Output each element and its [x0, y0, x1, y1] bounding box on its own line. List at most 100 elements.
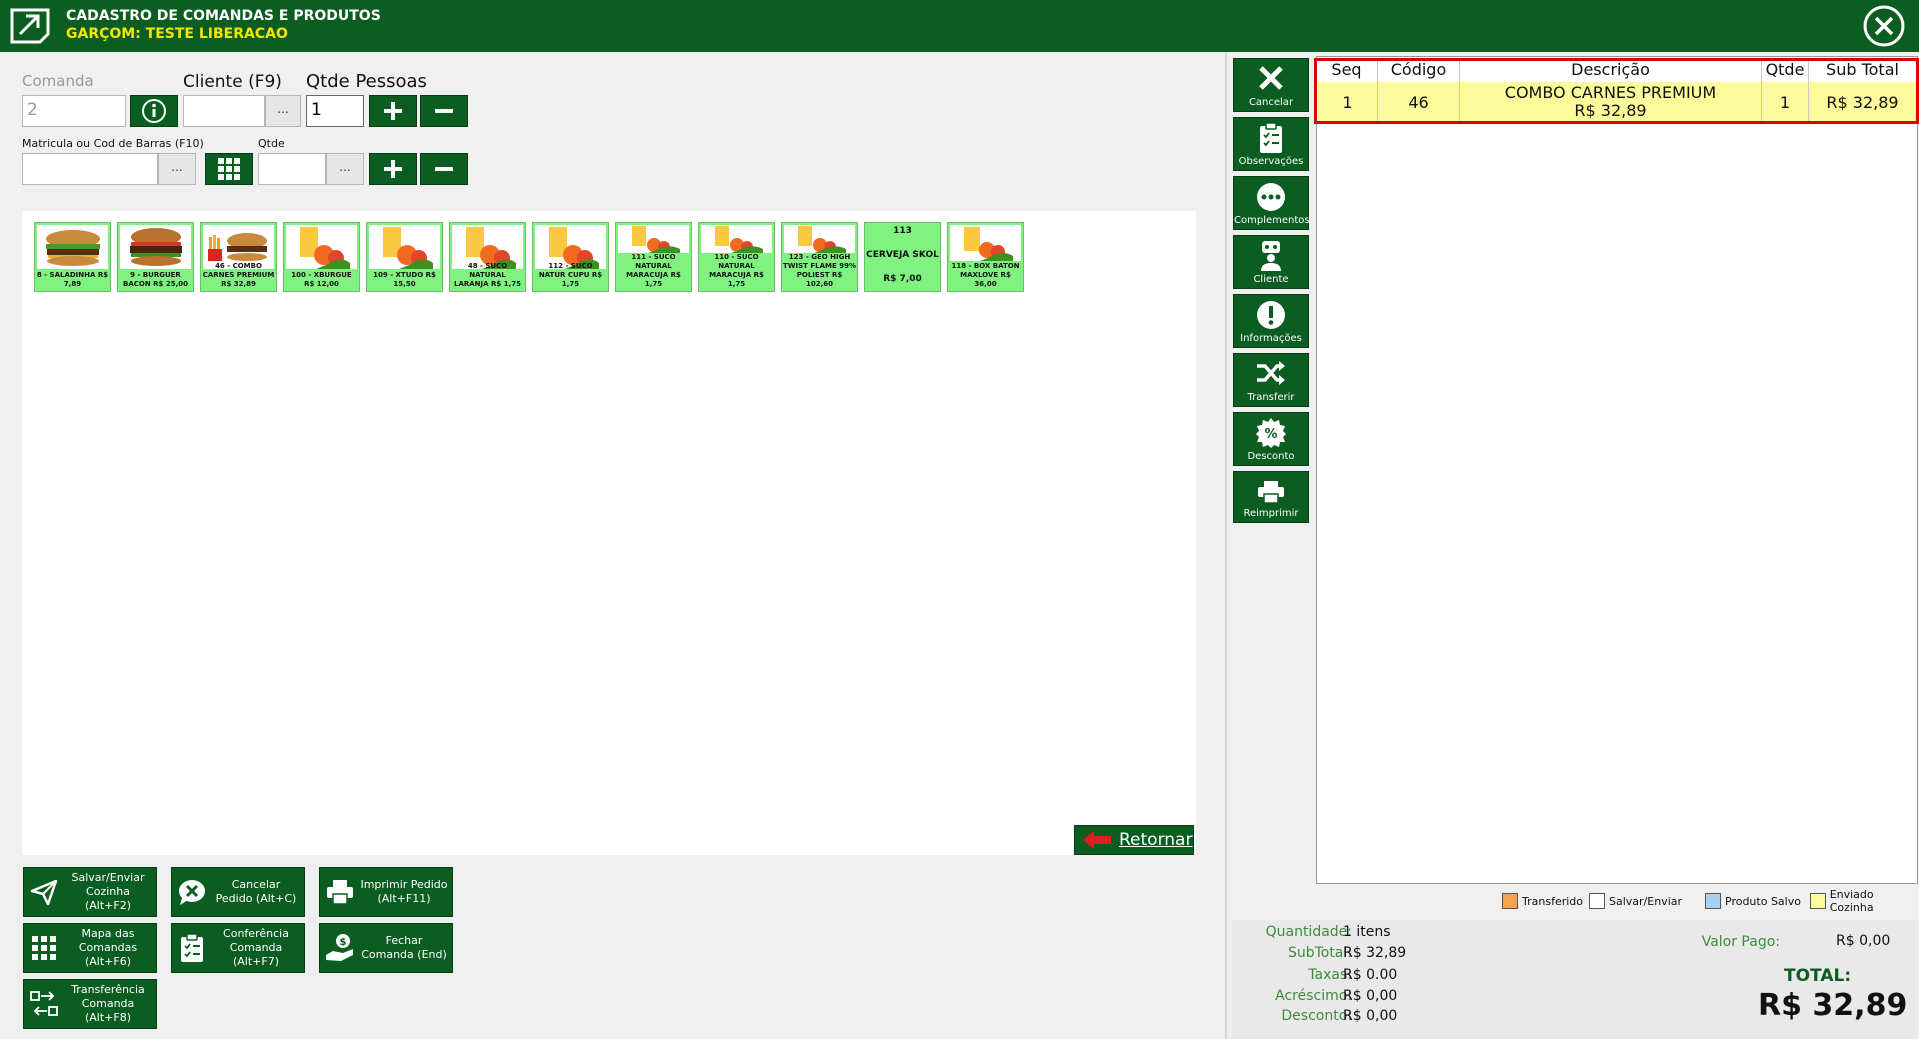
- legend-salvo: Produto Salvo: [1705, 889, 1801, 913]
- taxas-label: Taxas:: [1308, 967, 1352, 983]
- transferencia-comanda-button[interactable]: Transferência Comanda (Alt+F8): [23, 979, 157, 1029]
- retornar-button[interactable]: Retornar: [1074, 825, 1194, 855]
- product-caption: 8 - SALADINHA R$ 7,89: [36, 271, 109, 288]
- conferencia-comanda-button[interactable]: Conferência Comanda (Alt+F7): [171, 923, 305, 973]
- product-tile[interactable]: 109 - XTUDO R$ 15,50: [366, 222, 443, 292]
- product-tile[interactable]: 100 - XBURGUE R$ 12,00: [283, 222, 360, 292]
- legend-label: Enviado Cozinha: [1829, 888, 1874, 914]
- side-reimprimir-button[interactable]: Reimprimir: [1233, 471, 1309, 523]
- product-caption: 46 - COMBO CARNES PREMIUM R$ 32,89: [202, 262, 275, 288]
- salvar-enviar-label: Salvar/Enviar Cozinha (Alt+F2): [71, 871, 145, 912]
- arrow-left-icon: [1083, 831, 1111, 849]
- product-tile[interactable]: 113 CERVEJA SKOL R$ 7,00: [864, 222, 941, 292]
- legend-salvar: Salvar/Enviar: [1589, 889, 1682, 913]
- side-desconto-button[interactable]: % Desconto: [1233, 412, 1309, 466]
- mapa-comandas-label: Mapa das Comandas (Alt+F6): [78, 927, 138, 968]
- app-header: CADASTRO DE COMANDAS E PRODUTOS GARÇOM: …: [0, 0, 1919, 52]
- qtde-plus-button[interactable]: [369, 153, 417, 185]
- mapa-comandas-button[interactable]: Mapa das Comandas (Alt+F6): [23, 923, 157, 973]
- side-transferir-button[interactable]: Transferir: [1233, 353, 1309, 407]
- waiter-name: GARÇOM: TESTE LIBERACAO: [66, 26, 288, 42]
- product-tile[interactable]: 118 - BOX BATON MAXLOVE R$ 36,00: [947, 222, 1024, 292]
- side-complementos-label: Complementos: [1234, 215, 1310, 226]
- product-tile[interactable]: 48 - SUCO NATURAL LARANJA R$ 1,75: [449, 222, 526, 292]
- imprimir-pedido-button[interactable]: Imprimir Pedido (Alt+F11): [319, 867, 453, 917]
- acrescimo-value: R$ 0,00: [1343, 988, 1398, 1004]
- plus-icon: [384, 102, 402, 120]
- pessoas-minus-button[interactable]: [420, 95, 468, 127]
- matricula-lookup-button[interactable]: ...: [158, 153, 196, 185]
- product-grid-button[interactable]: [205, 153, 253, 185]
- product-tile[interactable]: 9 - BURGUER BACON R$ 25,00: [117, 222, 194, 292]
- printer-icon: [327, 880, 353, 905]
- product-caption: 111 - SUCO NATURAL MARACUJA R$ 1,75: [626, 253, 681, 288]
- product-tile[interactable]: 111 - SUCO NATURAL MARACUJA R$ 1,75: [615, 222, 692, 292]
- cliente-input[interactable]: [183, 95, 265, 127]
- transferencia-comanda-label: Transferência Comanda (Alt+F8): [71, 983, 145, 1024]
- svg-text:%: %: [1264, 427, 1277, 442]
- product-price: R$ 7,00: [883, 274, 922, 284]
- cancel-chat-icon: [179, 880, 205, 905]
- total-value: R$ 32,89: [1758, 988, 1908, 1023]
- legend-swatch: [1502, 893, 1518, 909]
- send-icon: [30, 879, 58, 906]
- cancelar-pedido-button[interactable]: Cancelar Pedido (Alt+C): [171, 867, 305, 917]
- product-tile[interactable]: 112 - SUCO NATUR CUPU R$ 1,75: [532, 222, 609, 292]
- side-informacoes-button[interactable]: Informações: [1233, 294, 1309, 348]
- burger-image: [120, 225, 191, 269]
- side-informacoes-label: Informações: [1240, 333, 1302, 344]
- acrescimo-label: Acréscimo:: [1275, 988, 1352, 1004]
- legend-label: Transferido: [1522, 894, 1583, 908]
- subtotal-value: R$ 32,89: [1343, 945, 1407, 961]
- alert-icon: [1257, 301, 1285, 329]
- taxas-value: R$ 0.00: [1343, 967, 1398, 983]
- pessoas-plus-button[interactable]: [369, 95, 417, 127]
- conferencia-comanda-label: Conferência Comanda (Alt+F7): [223, 927, 289, 968]
- legend-enviado: Enviado Cozinha: [1810, 888, 1919, 914]
- grid-icon: [32, 936, 56, 960]
- printer-icon: [1258, 481, 1284, 504]
- cliente-lookup-button[interactable]: ...: [265, 95, 301, 127]
- fechar-comanda-button[interactable]: $ Fechar Comanda (End): [319, 923, 453, 973]
- panel-divider: [1225, 52, 1227, 1039]
- side-transferir-label: Transferir: [1247, 392, 1295, 403]
- svg-text:$: $: [340, 937, 347, 948]
- juice-image: [286, 225, 357, 269]
- selection-highlight: [1314, 58, 1919, 124]
- salvar-enviar-button[interactable]: Salvar/Enviar Cozinha (Alt+F2): [23, 867, 157, 917]
- desconto-label: Desconto:: [1281, 1008, 1352, 1024]
- product-tile[interactable]: 8 - SALADINHA R$ 7,89: [34, 222, 111, 292]
- info-button[interactable]: [130, 95, 178, 127]
- side-cliente-button[interactable]: Cliente: [1233, 235, 1309, 289]
- product-grid: 8 - SALADINHA R$ 7,89 9 - BURGUER BACON …: [22, 211, 1196, 855]
- valor-pago-label: Valor Pago:: [1701, 934, 1780, 950]
- total-label: TOTAL:: [1784, 966, 1852, 986]
- juice-image: [369, 225, 440, 269]
- matricula-input[interactable]: [22, 153, 158, 185]
- app-logo-icon: [10, 8, 50, 44]
- product-name: CERVEJA SKOL: [866, 250, 939, 260]
- product-tile[interactable]: 110 - SUCO NATURAL MARACUJA R$ 1,75: [698, 222, 775, 292]
- comanda-input[interactable]: 2: [22, 95, 126, 127]
- legend-swatch: [1810, 893, 1826, 909]
- side-observacoes-label: Observações: [1238, 156, 1304, 167]
- product-tile[interactable]: 123 - GEO HIGH TWIST FLAME 99% POLIEST R…: [781, 222, 858, 292]
- legend-swatch: [1705, 893, 1721, 909]
- pessoas-input[interactable]: 1: [306, 95, 364, 127]
- juice-image: [784, 225, 855, 253]
- product-caption: 48 - SUCO NATURAL LARANJA R$ 1,75: [454, 262, 521, 288]
- product-tile[interactable]: 46 - COMBO CARNES PREMIUM R$ 32,89: [200, 222, 277, 292]
- qtde-input[interactable]: [258, 153, 326, 185]
- juice-image: [950, 225, 1021, 261]
- side-reimprimir-label: Reimprimir: [1243, 508, 1299, 519]
- user-badge-icon: [1261, 241, 1281, 271]
- cancelar-pedido-label: Cancelar Pedido (Alt+C): [215, 878, 297, 905]
- side-cancelar-button[interactable]: Cancelar: [1233, 58, 1309, 112]
- side-observacoes-button[interactable]: Observações: [1233, 117, 1309, 171]
- side-complementos-button[interactable]: Complementos: [1233, 176, 1310, 230]
- qtde-minus-button[interactable]: [420, 153, 468, 185]
- qtde-lookup-button[interactable]: ...: [326, 153, 364, 185]
- close-icon[interactable]: [1860, 4, 1908, 48]
- burger-image: [37, 225, 108, 269]
- subtotal-label: SubTotal:: [1287, 945, 1352, 961]
